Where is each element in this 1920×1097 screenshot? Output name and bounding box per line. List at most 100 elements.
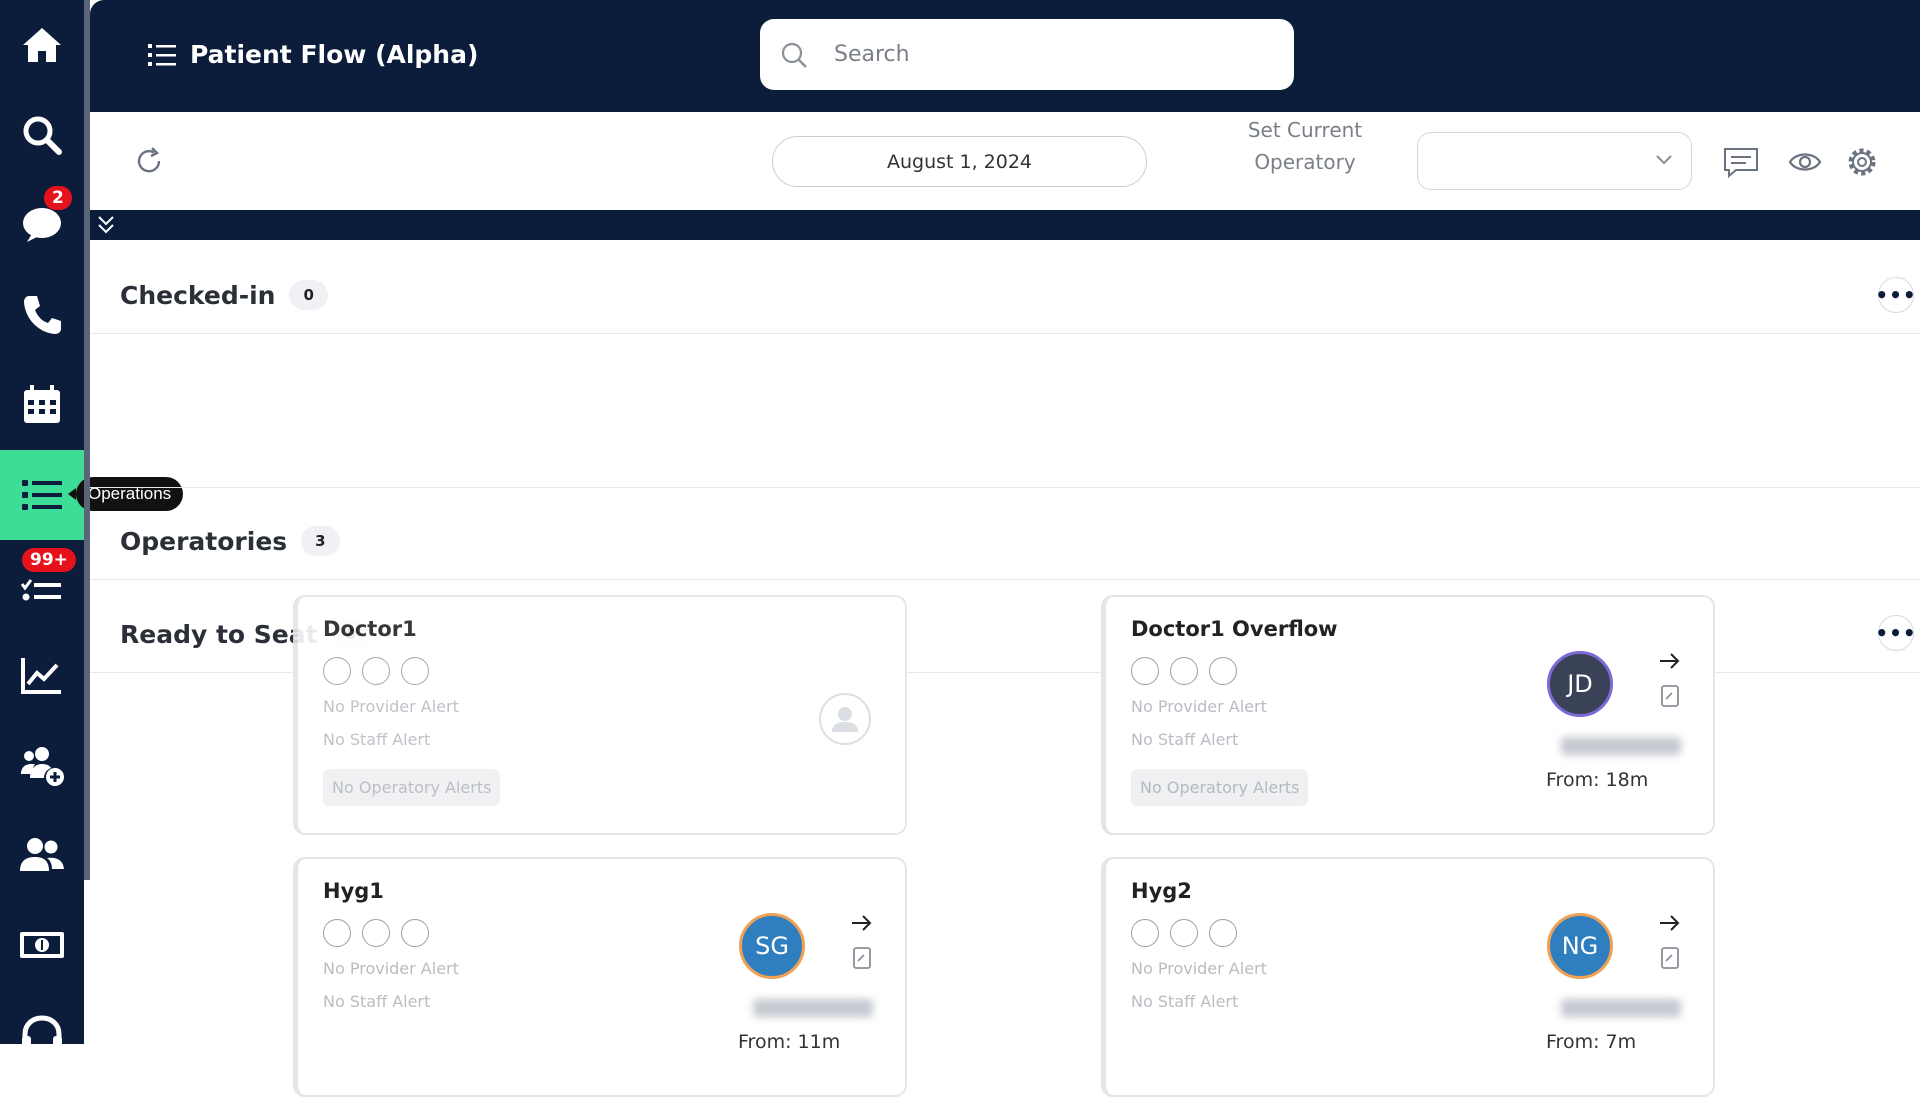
patient-avatar[interactable]: SG: [739, 913, 805, 979]
arrow-right-icon[interactable]: [1658, 651, 1682, 671]
divider: [90, 333, 1920, 334]
operatory-select[interactable]: [1417, 132, 1692, 190]
staff-add-icon[interactable]: [1209, 657, 1237, 685]
nav-support[interactable]: [0, 990, 84, 1080]
document-icon[interactable]: [1661, 685, 1679, 707]
nav-search[interactable]: [0, 90, 84, 180]
top-bar: Patient Flow (Alpha): [90, 0, 1920, 112]
staff-add-icon[interactable]: [401, 919, 429, 947]
set-operatory-label: Set Current Operatory: [1247, 118, 1363, 174]
operatory-card[interactable]: Doctor1 Overflow No Provider Alert No St…: [1101, 595, 1715, 835]
nav-home[interactable]: [0, 0, 84, 90]
patient-name-blurred: [1561, 737, 1681, 755]
sidebar: 2 Operations 99+: [0, 0, 184, 1050]
staff-alert: No Staff Alert: [1131, 992, 1239, 1011]
operatory-card[interactable]: Hyg2 No Provider Alert No Staff Alert NG…: [1101, 857, 1715, 1097]
phone-icon: [24, 296, 61, 334]
patient-avatar[interactable]: JD: [1547, 651, 1613, 717]
app-title: Patient Flow (Alpha): [148, 40, 478, 69]
nav-schedule[interactable]: [0, 360, 84, 450]
note-icon[interactable]: [1131, 919, 1159, 947]
checked-in-section-title: Checked-in 0: [120, 280, 328, 310]
user-plus-icon: [21, 747, 64, 786]
nav-add-patient[interactable]: [0, 720, 84, 810]
operations-tooltip: Operations: [67, 477, 184, 511]
nav-calls[interactable]: [0, 270, 84, 360]
checked-in-more-button[interactable]: •••: [1875, 277, 1916, 313]
nav-billing[interactable]: [0, 900, 84, 990]
patient-name-blurred: [1561, 999, 1681, 1017]
provider-alert: No Provider Alert: [323, 697, 459, 716]
operatories-count: 3: [301, 526, 340, 556]
card-action-icons: [323, 919, 429, 947]
double-chevron-down-icon[interactable]: [96, 214, 116, 236]
nav-patients[interactable]: [0, 810, 84, 900]
operatory-name: Hyg2: [1131, 879, 1192, 903]
empty-avatar-icon: [819, 693, 871, 745]
eye-icon[interactable]: [1788, 146, 1822, 178]
staff-add-icon[interactable]: [1209, 919, 1237, 947]
staff-alert: No Staff Alert: [323, 992, 431, 1011]
chart-icon: [21, 658, 61, 694]
operatory-name: Hyg1: [323, 879, 384, 903]
messages-badge: 2: [44, 186, 72, 210]
app-title-text: Patient Flow (Alpha): [190, 40, 479, 69]
operatory-alerts-button[interactable]: No Operatory Alerts: [1131, 769, 1309, 806]
message-icon[interactable]: [1722, 146, 1760, 180]
arrow-right-icon[interactable]: [1658, 913, 1682, 933]
provider-alert: No Provider Alert: [1131, 959, 1267, 978]
alert-add-icon[interactable]: [1170, 657, 1198, 685]
operatory-alerts-button[interactable]: No Operatory Alerts: [323, 769, 501, 806]
search-icon: [23, 116, 62, 155]
tasks-badge: 99+: [22, 548, 76, 572]
operatory-card[interactable]: Hyg1 No Provider Alert No Staff Alert SG…: [293, 857, 907, 1097]
ready-to-seat-more-button[interactable]: •••: [1875, 615, 1916, 651]
calendar-icon: [24, 385, 60, 423]
operatory-name: Doctor1 Overflow: [1131, 617, 1338, 641]
nav-analytics[interactable]: [0, 630, 84, 720]
checked-in-title: Checked-in: [120, 280, 276, 310]
staff-add-icon[interactable]: [401, 657, 429, 685]
refresh-icon[interactable]: [134, 146, 164, 176]
wait-time: From: 18m: [1546, 769, 1649, 791]
search-icon: [781, 42, 807, 68]
document-icon[interactable]: [1661, 947, 1679, 969]
headset-icon: [22, 1015, 62, 1050]
staff-alert: No Staff Alert: [323, 730, 431, 749]
toolbar: August 1, 2024 Set Current Operatory: [90, 112, 1920, 210]
collapse-strip: [90, 210, 1920, 240]
divider: [90, 487, 1920, 488]
divider: [90, 579, 1920, 580]
users-icon: [20, 838, 64, 871]
search-box[interactable]: [760, 19, 1294, 90]
arrow-right-icon[interactable]: [850, 913, 874, 933]
operatory-name: Doctor1: [323, 617, 417, 641]
alert-add-icon[interactable]: [362, 919, 390, 947]
wait-time: From: 7m: [1546, 1031, 1637, 1053]
checked-in-count: 0: [289, 280, 328, 310]
provider-alert: No Provider Alert: [1131, 697, 1267, 716]
alert-add-icon[interactable]: [1170, 919, 1198, 947]
home-icon: [23, 28, 61, 62]
operatories-section-title: Operatories 3: [120, 526, 340, 556]
date-picker[interactable]: August 1, 2024: [772, 136, 1147, 187]
patient-name-blurred: [753, 999, 873, 1017]
list-icon: [22, 480, 62, 510]
ready-to-seat-title: Ready to Seat: [120, 619, 318, 649]
note-icon[interactable]: [323, 919, 351, 947]
card-action-icons: [1131, 657, 1237, 685]
card-action-icons: [1131, 919, 1237, 947]
provider-alert: No Provider Alert: [323, 959, 459, 978]
list-icon: [148, 43, 176, 66]
wait-time: From: 11m: [738, 1031, 841, 1053]
note-icon[interactable]: [323, 657, 351, 685]
alert-add-icon[interactable]: [362, 657, 390, 685]
operatories-title: Operatories: [120, 526, 288, 556]
gear-icon[interactable]: [1846, 146, 1878, 178]
operatory-card[interactable]: Doctor1 No Provider Alert No Staff Alert…: [293, 595, 907, 835]
staff-alert: No Staff Alert: [1131, 730, 1239, 749]
search-input[interactable]: [834, 42, 1234, 67]
document-icon[interactable]: [853, 947, 871, 969]
note-icon[interactable]: [1131, 657, 1159, 685]
patient-avatar[interactable]: NG: [1547, 913, 1613, 979]
